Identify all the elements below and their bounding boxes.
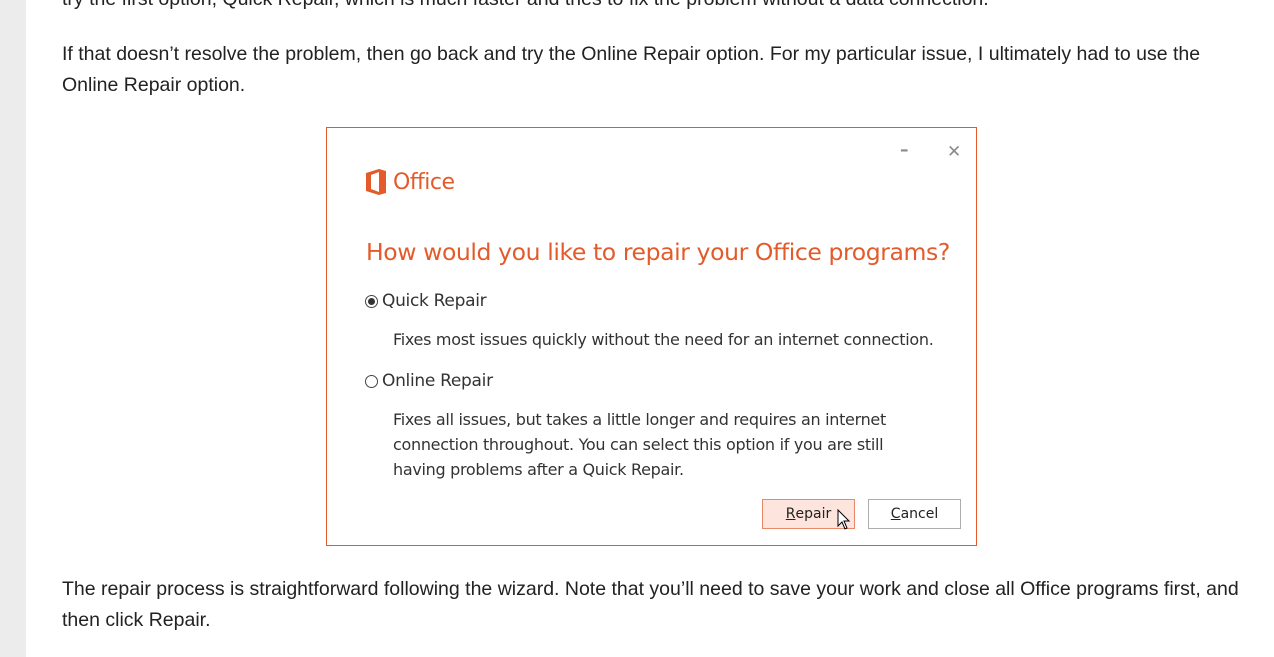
office-repair-dialog-screenshot: – ✕ Office How would you like to repair …	[326, 127, 977, 546]
online-repair-description: Fixes all issues, but takes a little lon…	[393, 410, 886, 479]
repair-button-label: epair	[795, 506, 832, 522]
close-icon[interactable]: ✕	[947, 142, 961, 162]
repair-button-mnemonic: R	[785, 506, 796, 522]
online-repair-label[interactable]: Online Repair	[382, 371, 493, 391]
dialog-heading: How would you like to repair your Office…	[366, 238, 950, 266]
article-content: try the first option, Quick Repair, whic…	[26, 0, 1274, 657]
cancel-button[interactable]: Cancel	[868, 499, 961, 529]
article-paragraph: The repair process is straightforward fo…	[62, 578, 1239, 631]
quick-repair-label[interactable]: Quick Repair	[382, 291, 487, 311]
office-logo: Office	[365, 168, 455, 196]
quick-repair-option[interactable]: Quick Repair	[365, 291, 487, 311]
mouse-pointer-icon	[837, 508, 851, 536]
article-paragraph: If that doesn’t resolve the problem, the…	[62, 43, 1201, 96]
cancel-button-label: ancel	[900, 506, 939, 522]
online-repair-radio[interactable]	[365, 374, 378, 388]
office-logo-text: Office	[393, 169, 455, 195]
quick-repair-radio[interactable]	[365, 294, 378, 308]
minimize-icon[interactable]: –	[900, 140, 909, 160]
quick-repair-description: Fixes most issues quickly without the ne…	[393, 330, 934, 349]
office-logo-icon	[365, 168, 387, 196]
article-paragraph-fragment: try the first option, Quick Repair, whic…	[62, 0, 1242, 15]
online-repair-option[interactable]: Online Repair	[365, 371, 493, 391]
cancel-button-mnemonic: C	[890, 506, 901, 522]
